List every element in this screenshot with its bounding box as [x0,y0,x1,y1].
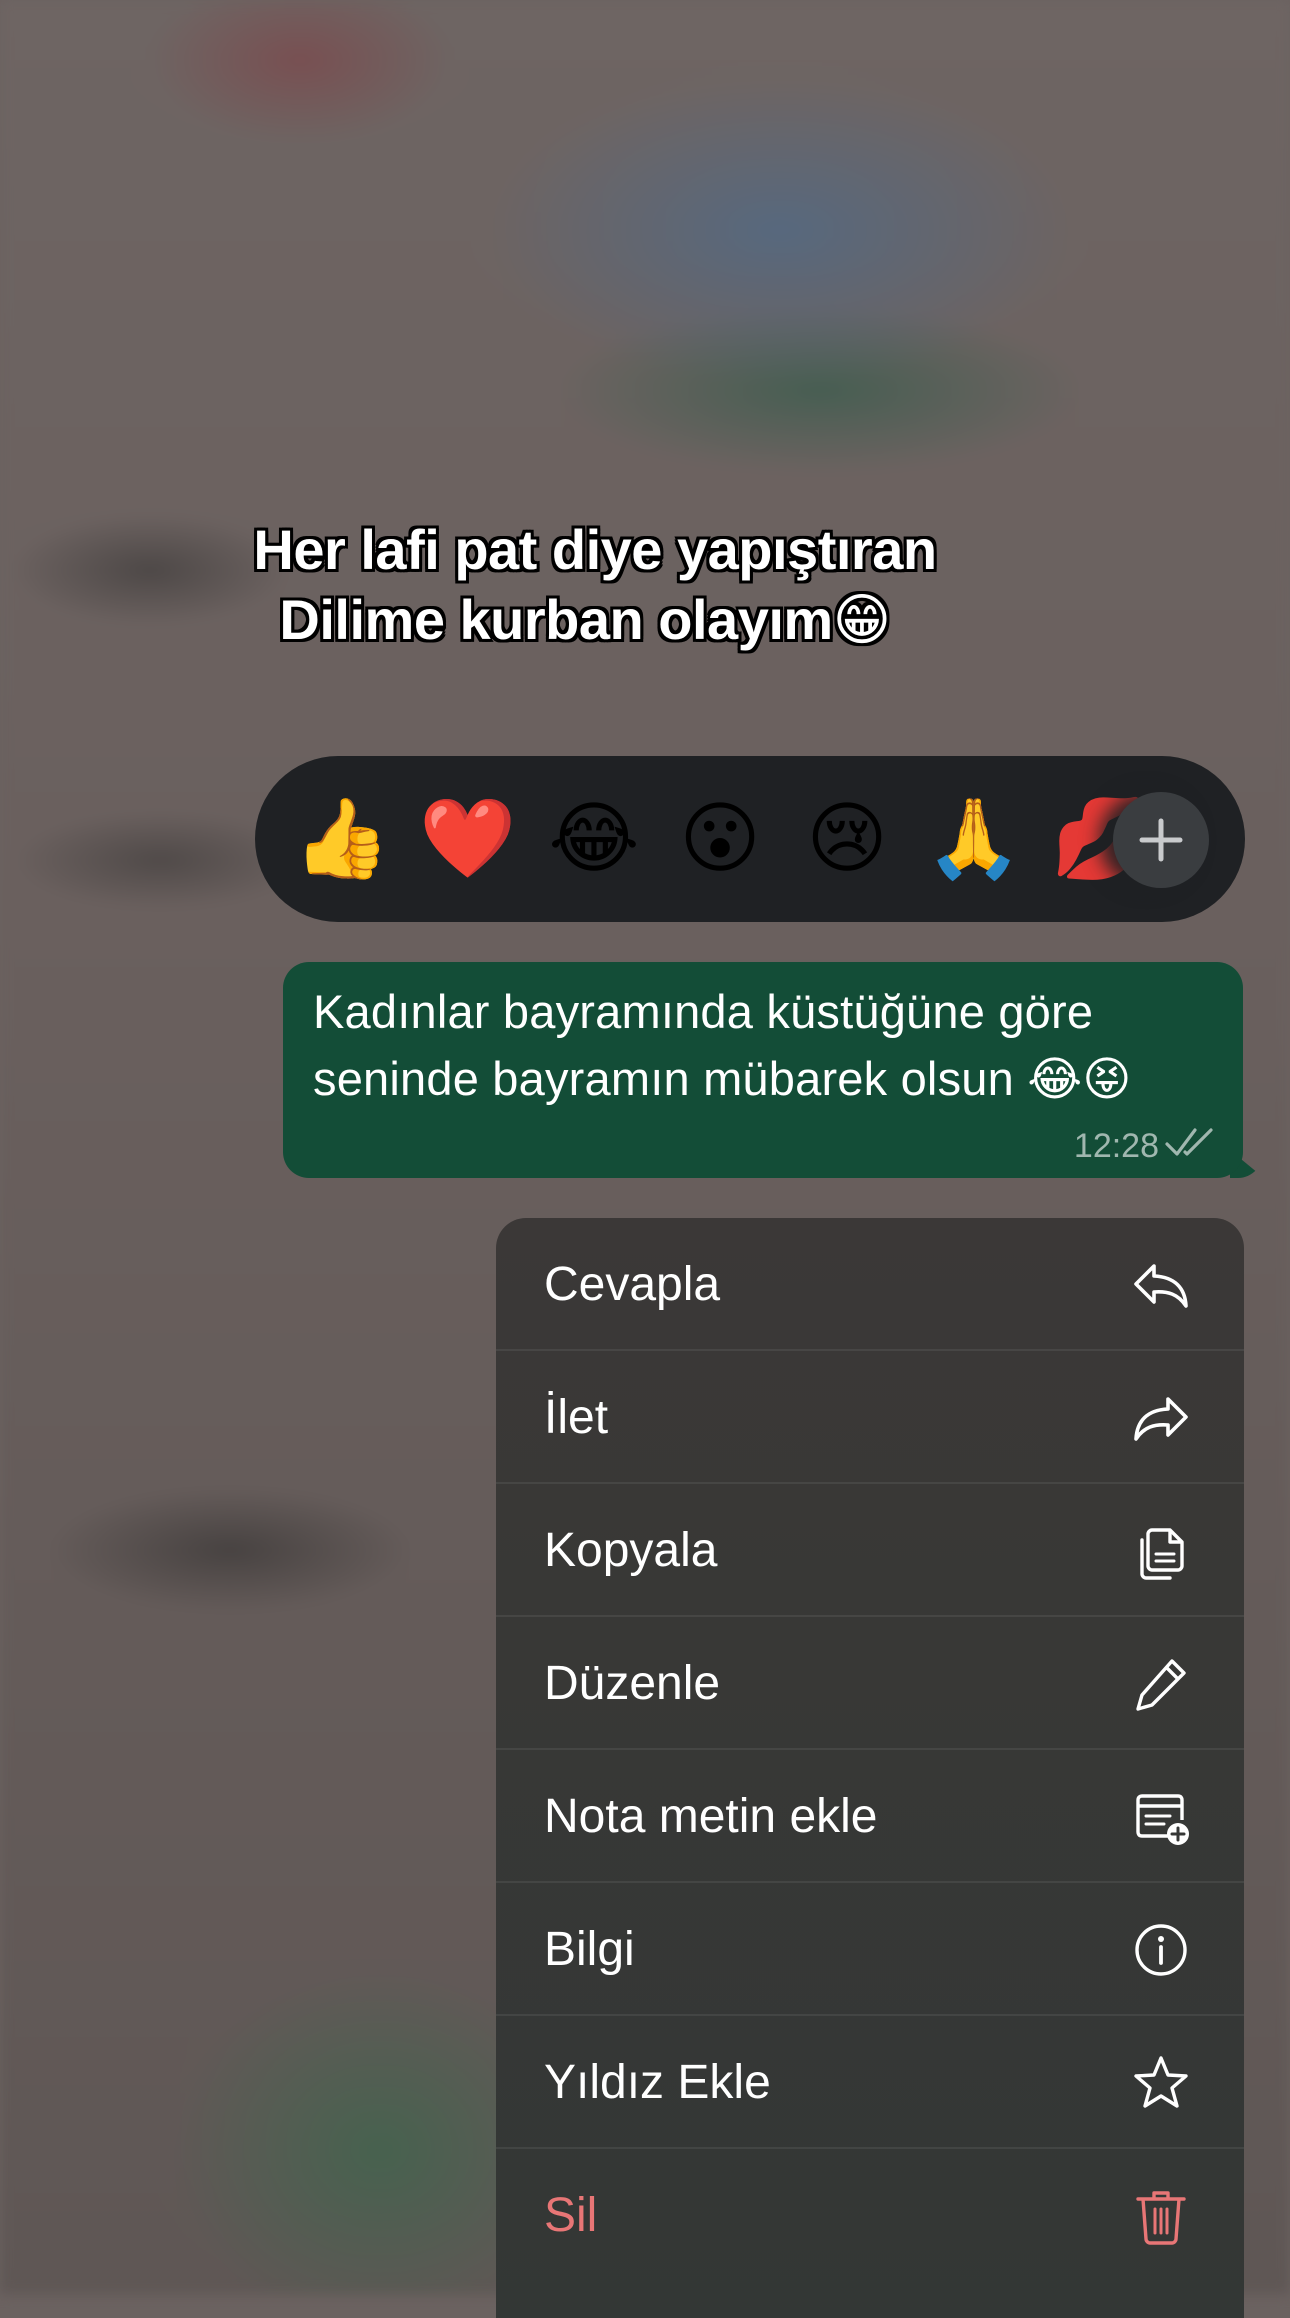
trash-icon [1136,2191,1186,2245]
menu-item-label: Yıldız Ekle [544,2056,771,2109]
caption-line-2: Dilime kurban olayım😁 [279,588,891,651]
forward-icon [1134,1397,1188,1441]
menu-item-delete[interactable]: Sil [496,2149,1244,2282]
reaction-tears-of-joy[interactable]: 😂 [546,791,642,887]
double-check-icon [1165,1128,1213,1156]
menu-item-label: Düzenle [544,1657,721,1710]
selected-message-bubble[interactable]: Kadınlar bayramında küstüğüne göre senin… [283,962,1243,1178]
menu-item-label: Cevapla [544,1258,721,1311]
message-line-2: seninde bayramın mübarek olsun 😂😝 [313,1052,1132,1105]
plus-icon [1139,818,1183,862]
menu-item-edit[interactable]: Düzenle [496,1617,1244,1750]
menu-item-star[interactable]: Yıldız Ekle [496,2016,1244,2149]
info-icon [1135,1924,1187,1976]
menu-item-copy[interactable]: Kopyala [496,1484,1244,1617]
caption-line-1: Her lafi pat diye yapıştıran [253,518,937,581]
reaction-heart[interactable]: ❤️ [419,791,516,887]
menu-item-info[interactable]: Bilgi [496,1883,1244,2016]
menu-item-label: Nota metin ekle [544,1790,878,1843]
star-icon [1134,2056,1188,2108]
video-caption: Her lafi pat diye yapıştıran Dilime kurb… [180,515,1010,655]
add-note-icon [1136,1794,1189,1845]
menu-item-forward[interactable]: İlet [496,1351,1244,1484]
reaction-thumbs-up[interactable]: 👍 [293,791,390,887]
message-context-menu: Cevapla İlet Kopyala Düzenle Nota metin … [496,1218,1244,2318]
message-line-1: Kadınlar bayramında küstüğüne göre [313,985,1094,1038]
message-time: 12:28 [1073,1127,1159,1165]
menu-item-label: Bilgi [544,1923,635,1976]
reaction-crying[interactable]: 😢 [799,791,895,887]
reply-icon [1134,1264,1188,1308]
menu-item-label: İlet [544,1391,609,1444]
more-reactions-button[interactable] [1113,792,1209,888]
reaction-surprised[interactable]: 😮 [672,791,768,887]
pencil-icon [1136,1659,1186,1711]
reaction-bar: 👍 ❤️ 😂 😮 😢 🙏 💋 [255,756,1245,922]
menu-item-reply[interactable]: Cevapla [496,1218,1244,1351]
menu-item-label: Kopyala [544,1524,718,1577]
message-text: Kadınlar bayramında küstüğüne göre senin… [313,978,1233,1112]
reaction-folded-hands[interactable]: 🙏 [925,791,1022,887]
menu-item-add-note[interactable]: Nota metin ekle [496,1750,1244,1883]
copy-icon [1140,1528,1184,1580]
menu-item-label: Sil [544,2189,598,2242]
